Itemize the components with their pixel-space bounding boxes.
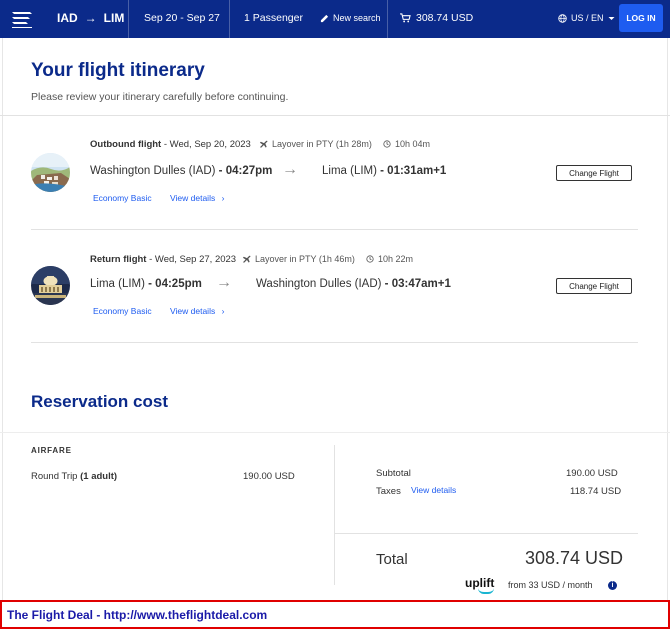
monthly-payment-text: from 33 USD / month — [508, 580, 593, 590]
divider — [0, 115, 670, 116]
reservation-cost-title: Reservation cost — [31, 392, 168, 411]
total-amount: 308.74 USD — [525, 548, 624, 568]
subtotal-amount: 190.00 USD — [566, 468, 618, 479]
clock-icon — [383, 140, 391, 148]
trip-type-label: Round Trip — [31, 471, 81, 482]
outbound-flight-heading: Outbound flight - Wed, Sep 20, 2023 — [90, 139, 251, 150]
chevron-right-icon: › — [221, 193, 225, 203]
plane-icon — [259, 140, 268, 148]
route-summary[interactable]: IAD → LIM — [57, 11, 124, 25]
adult-count: (1 adult) — [80, 471, 118, 482]
trip-type: Round Trip (1 adult) — [31, 471, 117, 482]
route-arrow-icon: → — [84, 11, 97, 25]
divider — [334, 533, 638, 534]
cart-icon — [400, 13, 411, 23]
duration-info: 10h 04m — [383, 139, 430, 149]
locale-selector[interactable]: US / EN — [558, 13, 615, 23]
login-button[interactable]: LOG IN — [619, 4, 663, 32]
view-details-link[interactable]: View details › — [170, 306, 224, 316]
taxes-label: Taxes — [376, 486, 401, 497]
locale-label: US / EN — [571, 13, 604, 23]
change-flight-button[interactable]: Change Flight — [556, 165, 632, 181]
return-flight-row: Return flight - Wed, Sep 27, 2023 Layove… — [0, 245, 670, 335]
globe-icon — [558, 13, 567, 23]
origin-code: IAD — [57, 11, 78, 25]
watermark-banner: The Flight Deal - http://www.theflightde… — [0, 600, 670, 629]
duration-text: 10h 22m — [378, 254, 414, 264]
fare-class-link[interactable]: Economy Basic — [93, 193, 152, 203]
divider — [229, 0, 230, 38]
airfare-amount: 190.00 USD — [243, 471, 295, 482]
column-divider — [334, 445, 335, 585]
clock-icon — [366, 255, 374, 263]
layover-text: Layover in PTY (1h 46m) — [255, 254, 355, 264]
arrival-time: - 01:31am+1 — [376, 165, 447, 177]
passenger-count[interactable]: 1 Passenger — [244, 12, 303, 24]
view-details-label: View details — [170, 193, 216, 203]
divider — [128, 0, 129, 38]
flight-date: - Wed, Sep 20, 2023 — [161, 139, 251, 150]
layover-info: Layover in PTY (1h 46m) — [242, 254, 355, 264]
destination-photo-image — [31, 266, 70, 305]
arrival-info: Lima (LIM) - 01:31am+1 — [322, 165, 446, 177]
flight-label: Return flight — [90, 254, 147, 265]
duration-text: 10h 04m — [395, 139, 431, 149]
arrival-city: Lima (LIM) — [322, 165, 377, 177]
divider — [31, 342, 638, 343]
route-arrow-icon: → — [216, 274, 232, 291]
view-details-label: View details — [170, 306, 216, 316]
divider — [31, 229, 638, 230]
arrival-info: Washington Dulles (IAD) - 03:47am+1 — [256, 278, 451, 290]
outbound-flight-row: Outbound flight - Wed, Sep 20, 2023 Layo… — [0, 130, 670, 220]
view-details-link[interactable]: View details › — [170, 193, 224, 203]
new-search-button[interactable]: New search — [320, 13, 381, 23]
divider — [0, 432, 670, 433]
taxes-view-details-link[interactable]: View details — [411, 485, 456, 495]
departure-city: Lima (LIM) — [90, 278, 145, 290]
departure-time: - 04:25pm — [144, 278, 202, 290]
taxes-amount: 118.74 USD — [570, 486, 622, 497]
departure-city: Washington Dulles (IAD) — [90, 165, 216, 177]
flight-label: Outbound flight — [90, 139, 162, 150]
total-label: Total — [376, 551, 408, 568]
date-range[interactable]: Sep 20 - Sep 27 — [144, 12, 220, 24]
destination-photo-image — [31, 153, 70, 192]
flight-date: - Wed, Sep 27, 2023 — [146, 254, 237, 265]
chevron-right-icon: › — [221, 306, 225, 316]
departure-info: Lima (LIM) - 04:25pm — [90, 278, 202, 290]
departure-time: - 04:27pm — [215, 165, 273, 177]
info-icon[interactable]: i — [608, 581, 617, 590]
destination-code: LIM — [103, 11, 125, 25]
route-arrow-icon: → — [282, 161, 298, 178]
subtotal-label: Subtotal — [376, 468, 411, 479]
layover-info: Layover in PTY (1h 28m) — [259, 139, 372, 149]
change-flight-button[interactable]: Change Flight — [556, 278, 632, 294]
layover-text: Layover in PTY (1h 28m) — [272, 139, 372, 149]
airfare-heading: AIRFARE — [31, 446, 72, 455]
fare-class-link[interactable]: Economy Basic — [93, 306, 152, 316]
new-search-label: New search — [333, 13, 381, 23]
cart-total: 308.74 USD — [416, 12, 474, 24]
duration-info: 10h 22m — [366, 254, 413, 264]
page-title: Your flight itinerary — [31, 60, 205, 81]
departure-info: Washington Dulles (IAD) - 04:27pm — [90, 165, 272, 177]
cart-button[interactable]: 308.74 USD — [400, 12, 473, 24]
pencil-icon — [320, 14, 329, 22]
banner-text: The Flight Deal - http://www.theflightde… — [7, 608, 268, 622]
arrival-time: - 03:47am+1 — [381, 278, 451, 290]
page-subtitle: Please review your itinerary carefully b… — [31, 91, 289, 103]
divider — [387, 0, 388, 38]
arrival-city: Washington Dulles (IAD) — [256, 278, 382, 290]
top-nav-bar: IAD → LIM Sep 20 - Sep 27 1 Passenger Ne… — [0, 0, 670, 38]
chevron-down-icon — [608, 16, 615, 20]
return-flight-heading: Return flight - Wed, Sep 27, 2023 — [90, 254, 236, 265]
plane-icon — [242, 255, 251, 263]
airline-logo-icon[interactable] — [10, 8, 34, 30]
